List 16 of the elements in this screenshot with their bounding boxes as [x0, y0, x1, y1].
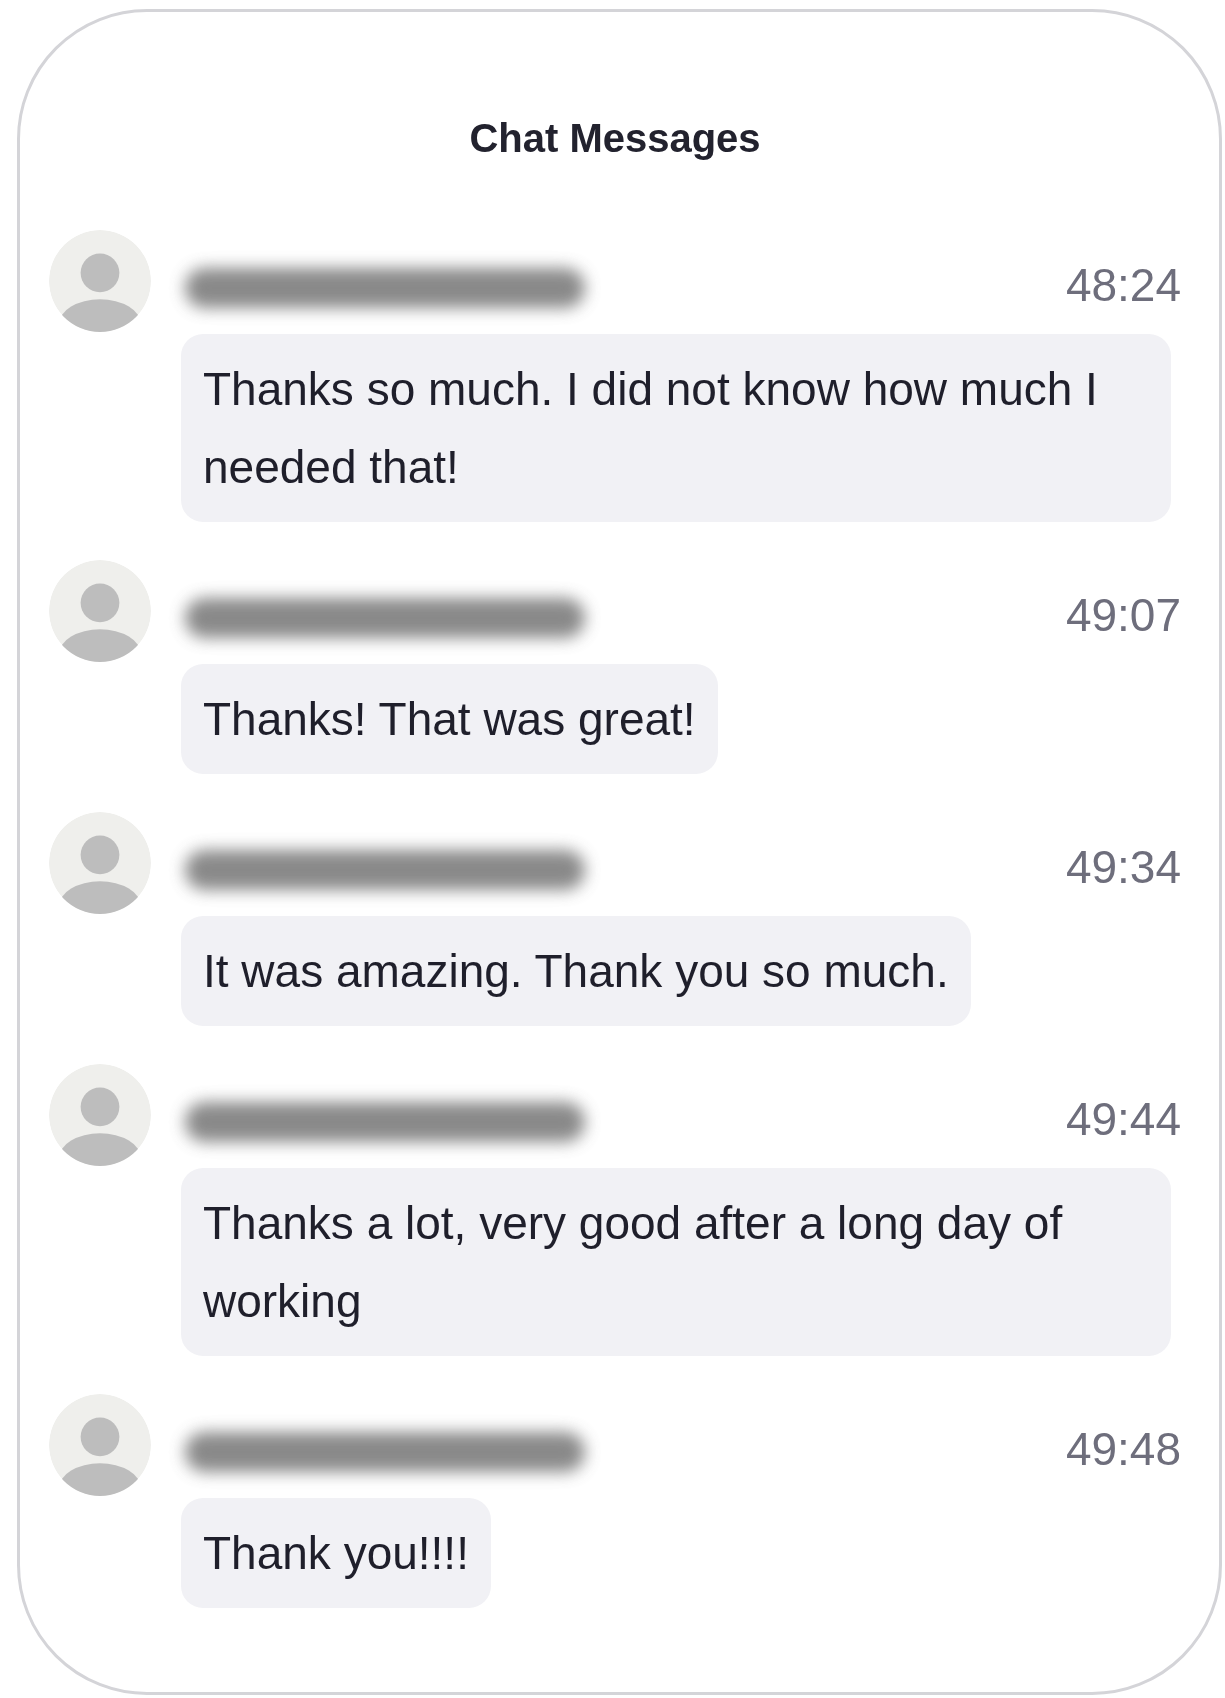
- message-bubble: Thanks a lot, very good after a long day of working: [181, 1168, 1171, 1356]
- message-time: 49:48: [1065, 1421, 1181, 1477]
- message-bubble: Thank you!!!!: [181, 1498, 491, 1608]
- panel-title: Chat Messages: [468, 115, 762, 162]
- avatar-icon: [49, 230, 151, 332]
- message-bubble: Thanks! That was great!: [181, 664, 718, 774]
- message-time: 48:24: [1065, 257, 1181, 313]
- message-bubble: It was amazing. Thank you so much.: [181, 916, 971, 1026]
- avatar-icon: [49, 1064, 151, 1166]
- message-time: 49:07: [1065, 587, 1181, 643]
- message-time: 49:34: [1065, 839, 1181, 895]
- message-bubble: Thanks so much. I did not know how much I needed that!: [181, 334, 1171, 522]
- avatar-icon: [49, 560, 151, 662]
- avatar-icon: [49, 812, 151, 914]
- message-time: 49:44: [1065, 1091, 1181, 1147]
- avatar-icon: [49, 1394, 151, 1496]
